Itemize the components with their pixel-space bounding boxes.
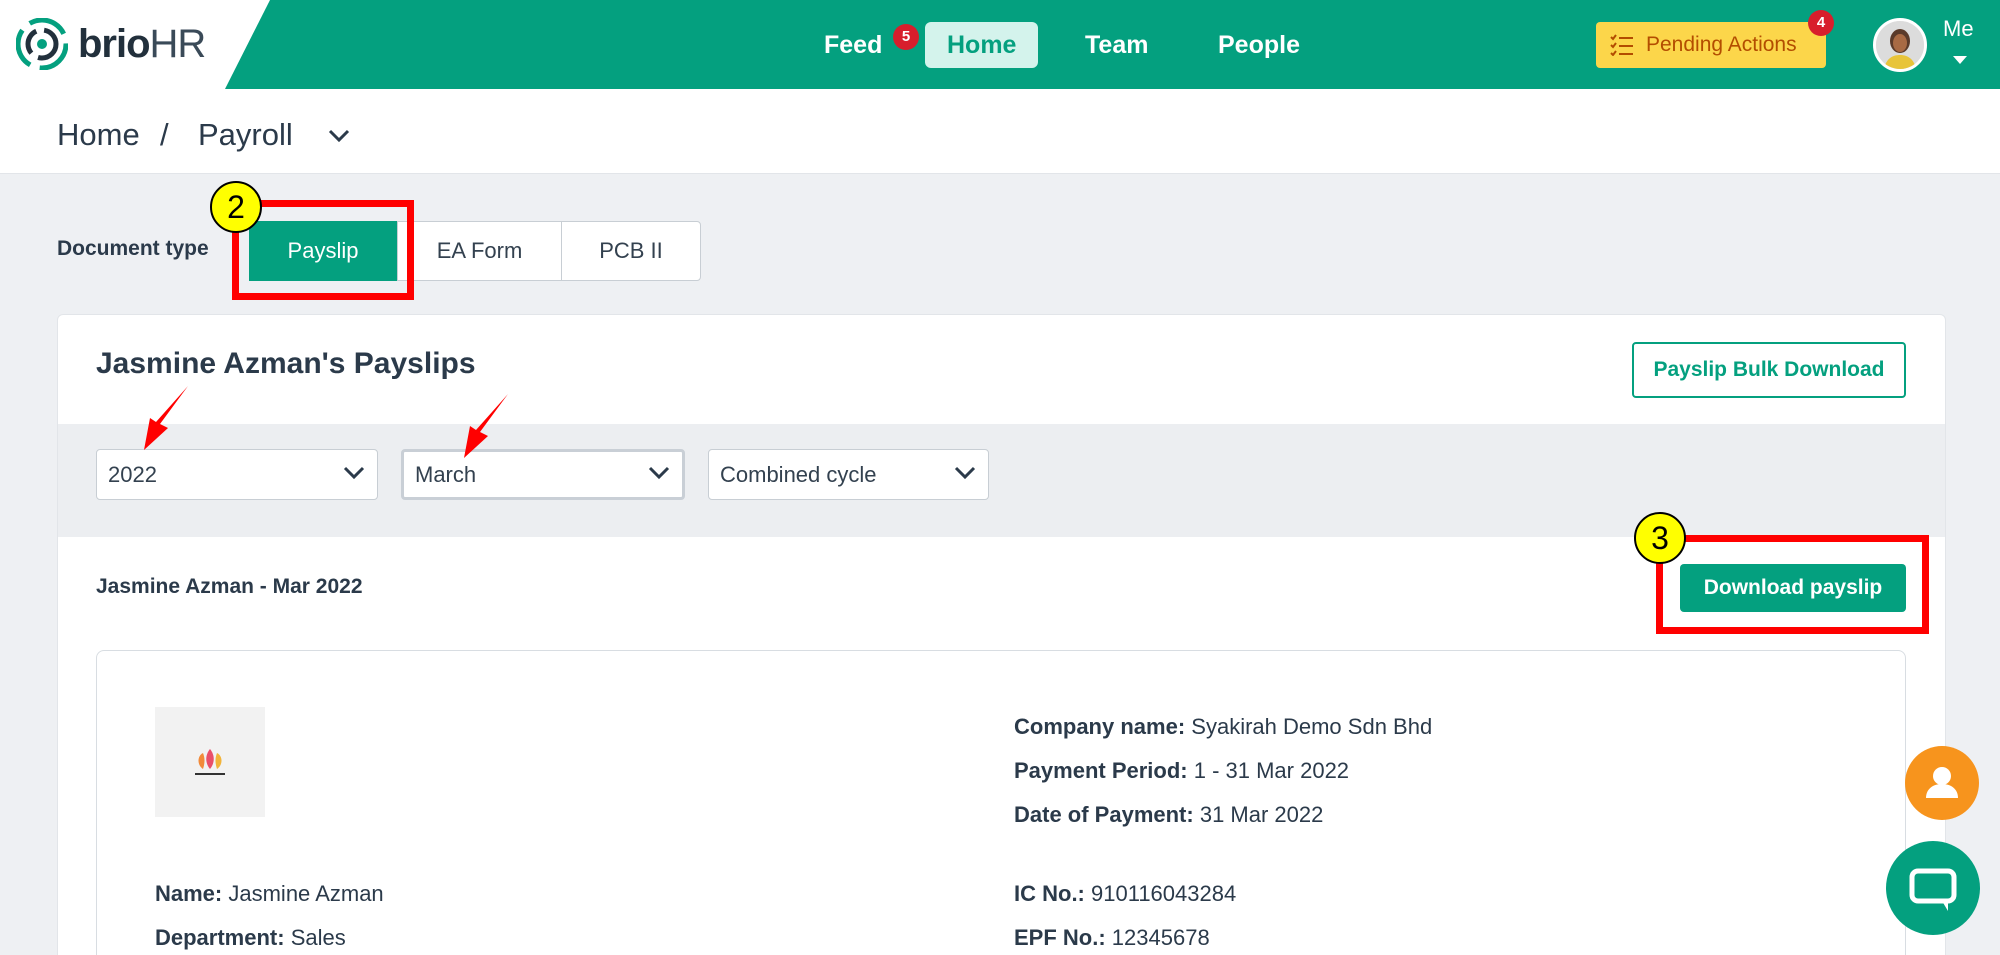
payment-period-field: Payment Period: 1 - 31 Mar 2022 bbox=[1014, 758, 1350, 783]
red-arrow-icon bbox=[464, 394, 508, 458]
payslip-bulk-download-button[interactable]: Payslip Bulk Download bbox=[1632, 342, 1906, 398]
tab-ea-form[interactable]: EA Form bbox=[397, 221, 562, 281]
payment-date-field: Date of Payment: 31 Mar 2022 bbox=[1014, 802, 1324, 827]
nav-team[interactable]: Team bbox=[1063, 22, 1170, 68]
epf-number-field: EPF No.: 12345678 bbox=[1014, 925, 1210, 950]
company-logo bbox=[155, 707, 265, 817]
cycle-value: Combined cycle bbox=[720, 462, 877, 487]
nav-feed[interactable]: Feed bbox=[802, 22, 904, 68]
chevron-down-icon[interactable] bbox=[328, 129, 350, 143]
payslip-preview bbox=[96, 650, 1906, 955]
document-type-label: Document type bbox=[57, 237, 209, 260]
red-arrow-icon bbox=[144, 386, 188, 450]
brio-logo-icon bbox=[16, 18, 68, 70]
cycle-select[interactable]: Combined cycle bbox=[708, 449, 989, 500]
pending-actions-button[interactable]: Pending Actions bbox=[1596, 22, 1826, 68]
payslip-period-label: Jasmine Azman - Mar 2022 bbox=[96, 575, 363, 598]
department-field: Department: Sales bbox=[155, 925, 346, 950]
breadcrumb-separator: / bbox=[160, 117, 169, 152]
pending-actions-label: Pending Actions bbox=[1646, 33, 1797, 56]
month-value: March bbox=[415, 462, 477, 487]
breadcrumb: Home / Payroll bbox=[0, 89, 2000, 174]
employee-name-field: Name: Jasmine Azman bbox=[155, 881, 384, 906]
feed-badge: 5 bbox=[893, 24, 919, 50]
breadcrumb-current: Payroll bbox=[198, 117, 293, 152]
ic-number-field: IC No.: 910116043284 bbox=[1014, 881, 1237, 906]
company-name-field: Company name: Syakirah Demo Sdn Bhd bbox=[1014, 714, 1433, 739]
year-value: 2022 bbox=[108, 462, 157, 487]
annotation-step-3: 3 bbox=[1634, 512, 1686, 564]
nav-people[interactable]: People bbox=[1196, 22, 1322, 68]
user-avatar-icon bbox=[1876, 21, 1924, 69]
flower-logo-icon bbox=[195, 749, 225, 775]
chat-fab-button[interactable] bbox=[1886, 841, 1980, 935]
logo-area: brioHR bbox=[0, 0, 270, 89]
chevron-down-icon bbox=[343, 466, 365, 480]
pending-badge: 4 bbox=[1808, 10, 1834, 36]
page-title: Jasmine Azman's Payslips bbox=[96, 347, 476, 380]
nav-home[interactable]: Home bbox=[925, 22, 1039, 68]
month-select[interactable]: March bbox=[401, 449, 685, 500]
checklist-icon bbox=[1610, 34, 1633, 56]
chevron-down-icon bbox=[648, 466, 670, 480]
year-select[interactable]: 2022 bbox=[96, 449, 378, 500]
annotation-box-download bbox=[1656, 535, 1929, 634]
annotation-step-2: 2 bbox=[210, 181, 262, 233]
chat-icon bbox=[1909, 868, 1957, 911]
chevron-down-icon bbox=[954, 466, 976, 480]
me-caret-icon[interactable] bbox=[1953, 56, 1967, 64]
avatar[interactable] bbox=[1873, 18, 1927, 72]
tab-pcb-ii[interactable]: PCB II bbox=[561, 221, 701, 281]
user-icon bbox=[1926, 767, 1958, 798]
brand-logo-text[interactable]: brioHR bbox=[78, 22, 206, 67]
profile-fab-button[interactable] bbox=[1905, 746, 1979, 820]
breadcrumb-home[interactable]: Home bbox=[57, 117, 140, 153]
top-navbar: brioHR Feed 5 Home Team People Pending A… bbox=[0, 0, 2000, 89]
me-menu-label[interactable]: Me bbox=[1943, 16, 1974, 42]
